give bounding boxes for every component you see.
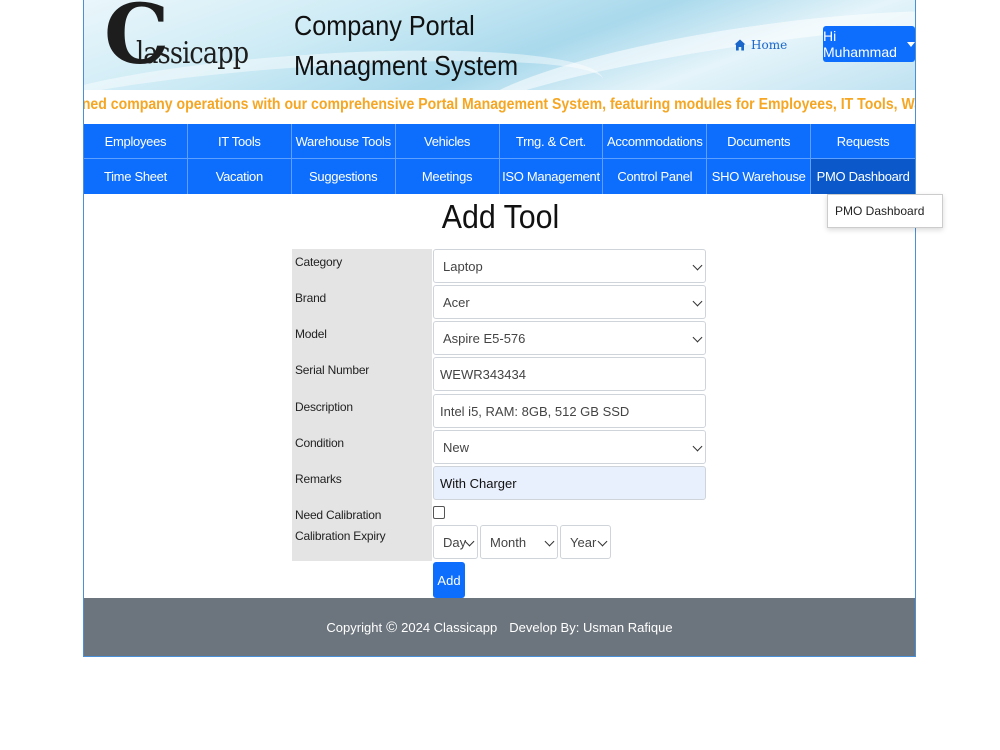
year-select[interactable]: Year bbox=[560, 525, 611, 559]
add-button[interactable]: Add bbox=[433, 562, 465, 598]
serial-input[interactable]: WEWR343434 bbox=[433, 357, 706, 391]
nav-requests[interactable]: Requests bbox=[811, 124, 915, 159]
category-value: Laptop bbox=[443, 258, 483, 274]
year-value: Year bbox=[570, 534, 597, 550]
copyright-icon: © bbox=[386, 618, 398, 636]
description-label: Description bbox=[295, 400, 353, 414]
category-label: Category bbox=[295, 255, 343, 269]
day-value: Day bbox=[443, 534, 467, 550]
remarks-label: Remarks bbox=[295, 472, 342, 486]
logo[interactable]: C lassicapp bbox=[104, 0, 249, 86]
nav-pmo-dashboard[interactable]: PMO Dashboard bbox=[811, 159, 915, 194]
condition-select[interactable]: New bbox=[433, 430, 706, 464]
home-link[interactable]: Home bbox=[734, 38, 787, 52]
serial-label: Serial Number bbox=[295, 363, 370, 377]
day-select[interactable]: Day bbox=[433, 525, 478, 559]
copyright-label: Copyright bbox=[326, 619, 383, 635]
nav-row-2: Time Sheet Vacation Suggestions Meetings… bbox=[84, 159, 915, 194]
nav-training-cert[interactable]: Trng. & Cert. bbox=[499, 124, 604, 159]
page-title: Add Tool bbox=[441, 198, 560, 235]
caret-down-icon bbox=[907, 41, 915, 47]
model-label: Model bbox=[295, 327, 327, 341]
nav-accommodations[interactable]: Accommodations bbox=[603, 124, 708, 159]
footer-company: 2024 Classicapp bbox=[401, 619, 498, 635]
footer-developer: Develop By: Usman Rafique bbox=[509, 619, 673, 635]
chevron-down-icon bbox=[692, 296, 703, 307]
user-menu-button[interactable]: Hi Muhammad bbox=[823, 26, 915, 62]
nav-it-tools[interactable]: IT Tools bbox=[187, 124, 292, 159]
category-select[interactable]: Laptop bbox=[433, 249, 706, 283]
month-select[interactable]: Month bbox=[480, 525, 558, 559]
nav-control-panel[interactable]: Control Panel bbox=[603, 159, 708, 194]
main-nav: Employees IT Tools Warehouse Tools Vehic… bbox=[84, 124, 915, 194]
chevron-down-icon bbox=[692, 260, 703, 271]
nav-warehouse-tools[interactable]: Warehouse Tools bbox=[291, 124, 396, 159]
calibration-expiry-label: Calibration Expiry bbox=[295, 529, 386, 543]
footer: Copyright © 2024 Classicapp Develop By: … bbox=[84, 598, 915, 656]
nav-vacation[interactable]: Vacation bbox=[188, 159, 292, 194]
chevron-down-icon bbox=[544, 536, 555, 547]
month-value: Month bbox=[490, 534, 527, 550]
nav-iso-management[interactable]: ISO Management bbox=[500, 159, 604, 194]
need-calibration-label: Need Calibration bbox=[295, 508, 382, 522]
site-title-line2: Managment System bbox=[294, 50, 519, 81]
site-title: Company Portal Managment System bbox=[294, 6, 518, 86]
chevron-down-icon bbox=[597, 536, 608, 547]
nav-sho-warehouse[interactable]: SHO Warehouse bbox=[707, 159, 812, 194]
model-value: Aspire E5-576 bbox=[443, 330, 526, 346]
announcement-marquee: lined company operations with our compre… bbox=[84, 90, 915, 123]
nav-meetings[interactable]: Meetings bbox=[396, 159, 500, 194]
header: C lassicapp Company Portal Managment Sys… bbox=[84, 0, 915, 90]
need-calibration-checkbox[interactable] bbox=[433, 506, 445, 519]
brand-label: Brand bbox=[295, 291, 327, 305]
home-icon bbox=[734, 39, 746, 51]
condition-label: Condition bbox=[295, 436, 344, 450]
home-label: Home bbox=[751, 38, 788, 52]
user-label: Hi Muhammad bbox=[823, 28, 897, 60]
model-select[interactable]: Aspire E5-576 bbox=[433, 321, 706, 355]
nav-time-sheet[interactable]: Time Sheet bbox=[84, 159, 188, 194]
marquee-text: lined company operations with our compre… bbox=[84, 96, 915, 113]
chevron-down-icon bbox=[692, 332, 703, 343]
brand-value: Acer bbox=[443, 294, 470, 310]
chevron-down-icon bbox=[692, 441, 703, 452]
nav-suggestions[interactable]: Suggestions bbox=[292, 159, 396, 194]
page-frame: C lassicapp Company Portal Managment Sys… bbox=[83, 0, 943, 657]
nav-employees[interactable]: Employees bbox=[84, 124, 188, 159]
nav-row-1: Employees IT Tools Warehouse Tools Vehic… bbox=[84, 124, 915, 159]
description-input[interactable]: Intel i5, RAM: 8GB, 512 GB SSD bbox=[433, 394, 706, 428]
nav-vehicles[interactable]: Vehicles bbox=[395, 124, 500, 159]
remarks-input[interactable]: With Charger bbox=[433, 466, 706, 500]
brand-select[interactable]: Acer bbox=[433, 285, 706, 319]
nav-documents[interactable]: Documents bbox=[707, 124, 812, 159]
site-title-line1: Company Portal bbox=[294, 10, 475, 41]
condition-value: New bbox=[443, 439, 470, 455]
logo-text: lassicapp bbox=[136, 36, 249, 71]
